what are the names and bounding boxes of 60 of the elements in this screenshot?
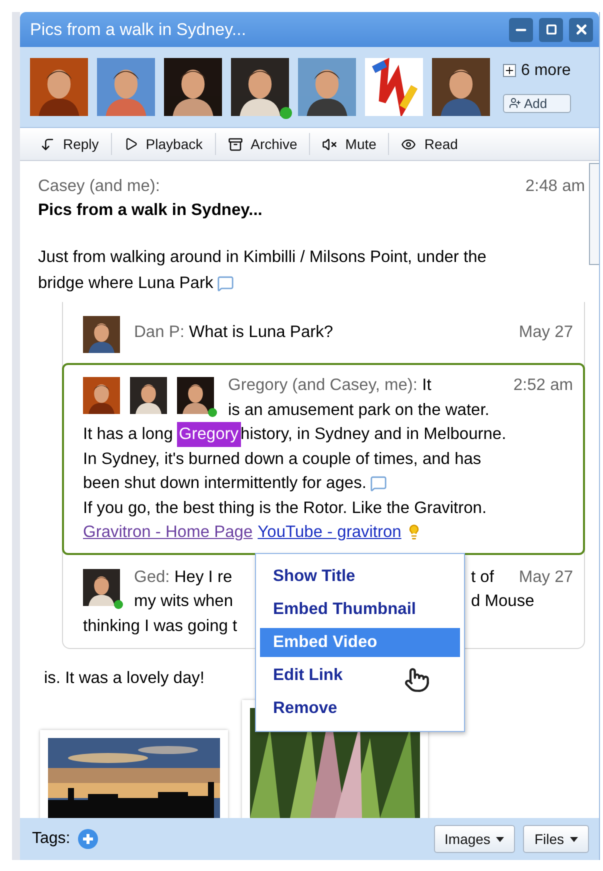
scrollbar[interactable] [589, 163, 599, 265]
toolbar-button[interactable]: Archive [216, 133, 310, 155]
curved-arrow-icon [40, 136, 55, 152]
message-text: t of [471, 566, 494, 588]
message-time: 2:48 am [525, 177, 585, 196]
message-text: If you go, the best thing is the Rotor. Like the Gravitron. [83, 498, 487, 518]
menu-item[interactable]: Embed Thumbnail [260, 595, 460, 624]
message-text: history, in Sydney and in Melbourne. [240, 424, 506, 445]
message-author: Gregory (and Casey, me): It [228, 375, 432, 396]
dropdown-button[interactable]: Files [523, 825, 589, 853]
message-text: In Sydney, it's burned down a couple of times, and has [83, 448, 482, 470]
message-text: Ged: Hey I re [134, 566, 234, 588]
message-text: d Mouse [471, 591, 536, 612]
message-text: thinking I was going t [83, 616, 238, 636]
maximize-button[interactable] [539, 18, 563, 42]
toolbar-button[interactable]: Read [389, 133, 470, 155]
message-text: Dan P: What is Luna Park? [134, 322, 334, 344]
message-subject: Pics from a walk in Sydney... [38, 201, 264, 220]
close-button[interactable] [569, 18, 593, 42]
tags-label: Tags: [32, 830, 70, 848]
speaker-muted-icon [322, 136, 338, 152]
message-time: 2:52 am [513, 375, 573, 396]
dropdown-button[interactable]: Images [434, 825, 516, 853]
expand-icon [503, 64, 516, 77]
message-author: Casey (and me): [38, 177, 160, 196]
toolbar-button[interactable]: Playback [112, 133, 216, 155]
message-date: May 27 [518, 322, 573, 344]
message-date: May 27 [518, 566, 573, 588]
window-title: Pics from a walk in Sydney... [30, 20, 248, 40]
eye-icon [401, 136, 416, 152]
message-text: is an amusement park on the water. [228, 400, 490, 420]
link[interactable]: Gravitron - Home Page [83, 520, 253, 544]
message-text: my wits when [134, 591, 234, 612]
minimize-button[interactable] [509, 18, 533, 42]
menu-item[interactable]: Remove [260, 694, 460, 723]
comment-icon[interactable] [370, 474, 388, 492]
close-icon [574, 22, 588, 37]
archive-icon [228, 136, 243, 152]
message-text: bridge where Luna Park [38, 273, 214, 294]
message-text: Just from walking around in Kimbilli / Milsons Point, under the [38, 247, 486, 268]
comment-icon[interactable] [217, 274, 234, 292]
menu-item[interactable]: Embed Video [260, 628, 460, 657]
message-text: is. It was a lovely day! [44, 669, 204, 688]
toolbar-button[interactable]: Reply [28, 133, 112, 155]
link[interactable]: YouTube - gravitron [258, 520, 402, 544]
menu-item[interactable]: Show Title [260, 562, 460, 591]
maximize-icon [546, 24, 556, 35]
person-icon [509, 97, 521, 109]
add-button[interactable]: Add [503, 94, 571, 112]
toolbar-button[interactable]: Mute [310, 133, 390, 155]
caret-icon [496, 836, 504, 842]
add-tag-icon[interactable] [78, 829, 98, 849]
message-text: been shut down intermittently for ages. [83, 473, 366, 494]
pointer-hand-icon [404, 667, 430, 693]
message-text: It has a long [83, 424, 173, 445]
play-icon [124, 137, 138, 151]
menu-item[interactable]: Edit Link [260, 661, 460, 690]
more-participants-link[interactable]: 6 more [503, 62, 571, 80]
caret-icon [570, 836, 578, 842]
editor-cursor-label: Gregory [176, 422, 241, 446]
